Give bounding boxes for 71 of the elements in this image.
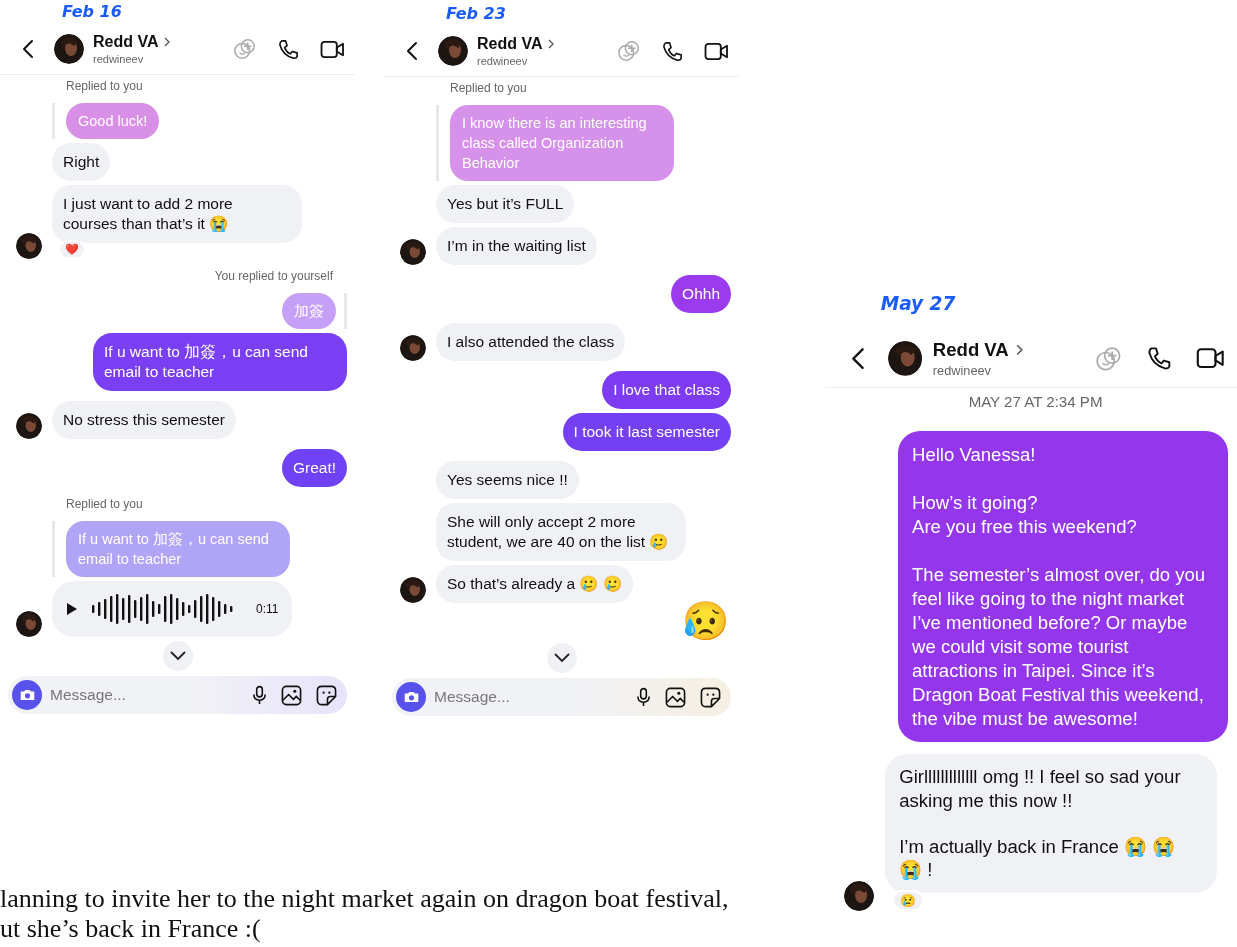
caption-text: ut she’s back in France :( <box>0 914 262 944</box>
message-bubble[interactable]: She will only accept 2 more student, we are 40 on the list 🥲 <box>436 503 686 561</box>
timestamp: MAY 27 AT 2:34 PM <box>968 393 1103 411</box>
phone-icon[interactable] <box>661 39 684 63</box>
reaction: 😢 <box>892 889 924 911</box>
message-composer[interactable]: Message... <box>8 676 347 714</box>
chevron-down-icon[interactable] <box>169 651 186 661</box>
scroll-down-button[interactable] <box>546 643 577 673</box>
play-icon[interactable] <box>66 602 78 616</box>
message-bubble[interactable]: Hello Vanessa! How’s it going? Are you free this weekend? The semester’s almost over, do you feel like going to the night market I’ve mentioned before? Or maybe we could visit some tourist attractions in Taipei. Since it’s Dragon Boat Festival this weekend, the vibe must be awesome! <box>898 430 1228 743</box>
chevron-right-icon[interactable] <box>548 39 555 49</box>
image-icon[interactable] <box>665 686 686 708</box>
camera-icon[interactable] <box>18 688 36 702</box>
contact-name[interactable]: Redd VA <box>477 35 543 53</box>
voice-message[interactable]: 0:11 <box>52 581 293 637</box>
phone-icon[interactable] <box>277 37 300 61</box>
username: redwineev <box>932 363 992 379</box>
sticker-icon[interactable] <box>316 684 337 706</box>
message-bubble[interactable]: Yes but it’s FULL <box>436 185 575 223</box>
date-note: Feb 16 <box>62 1 122 23</box>
message-bubble[interactable]: Great! <box>281 449 347 487</box>
message-bubble[interactable]: I’m in the waiting list <box>436 227 597 265</box>
video-icon[interactable] <box>320 38 345 60</box>
contact-name[interactable]: Redd VA <box>932 338 1009 361</box>
message-input[interactable]: Message... <box>50 686 238 704</box>
chevron-down-icon[interactable] <box>553 653 570 663</box>
avatar[interactable] <box>54 34 84 64</box>
contact-name[interactable]: Redd VA <box>93 33 159 51</box>
reply-label: Replied to you <box>66 79 143 93</box>
image-icon[interactable] <box>281 684 302 706</box>
microphone-icon[interactable] <box>636 686 651 708</box>
message-bubble[interactable]: I also attended the class <box>436 323 626 361</box>
back-icon[interactable] <box>406 41 418 61</box>
back-icon[interactable] <box>22 39 34 59</box>
message-bubble[interactable]: No stress this semester <box>52 401 236 439</box>
video-icon[interactable] <box>1196 346 1226 371</box>
message-bubble[interactable]: Girlllllllllllll omg !! I feel so sad your asking me this now !! I’m actually back in France 😭 😭 😭 ! <box>885 753 1217 894</box>
chevron-right-icon[interactable] <box>164 37 171 47</box>
reply-label: Replied to you <box>450 81 527 95</box>
reply-label: You replied to yourself <box>214 269 333 283</box>
avatar[interactable] <box>887 341 923 376</box>
message-bubble[interactable]: I love that class <box>602 371 731 409</box>
camera-button[interactable] <box>396 682 426 712</box>
reply-label: Replied to you <box>66 497 143 511</box>
camera-icon[interactable] <box>402 690 420 704</box>
message-bubble[interactable]: Yes seems nice !! <box>436 461 579 499</box>
message-bubble[interactable]: If u want to 加簽，u can send email to teacher <box>93 333 347 391</box>
reaction: ❤ <box>58 240 86 259</box>
sticker-icon[interactable] <box>700 686 721 708</box>
date-note: May 27 <box>880 292 956 316</box>
username: redwineev <box>93 53 145 65</box>
avatar[interactable] <box>438 36 468 66</box>
message-bubble[interactable]: I just want to add 2 more courses than that’s it 😭 <box>52 185 302 243</box>
date-note: Feb 23 <box>446 3 506 25</box>
message-bubble[interactable]: Ohhh <box>671 275 731 313</box>
message-bubble[interactable]: Right <box>52 143 111 181</box>
phone-icon[interactable] <box>1146 345 1173 372</box>
caption-text: lanning to invite her to the night market again on dragon boat festival, <box>0 884 729 914</box>
video-icon[interactable] <box>704 40 729 62</box>
voice-duration: 0:11 <box>256 602 279 616</box>
username: redwineev <box>477 55 529 67</box>
camera-button[interactable] <box>12 680 42 710</box>
message-bubble[interactable]: I took it last semester <box>562 413 731 451</box>
microphone-icon[interactable] <box>252 684 267 706</box>
chevron-right-icon[interactable] <box>1015 343 1023 356</box>
message-input[interactable]: Message... <box>434 688 622 706</box>
back-icon[interactable] <box>850 346 865 370</box>
message-bubble[interactable]: So that’s already a 🥲 🥲 <box>436 565 633 603</box>
emoji-message: 😥 <box>682 599 729 643</box>
scroll-down-button[interactable] <box>162 641 193 671</box>
message-composer[interactable]: Message... <box>392 678 731 716</box>
